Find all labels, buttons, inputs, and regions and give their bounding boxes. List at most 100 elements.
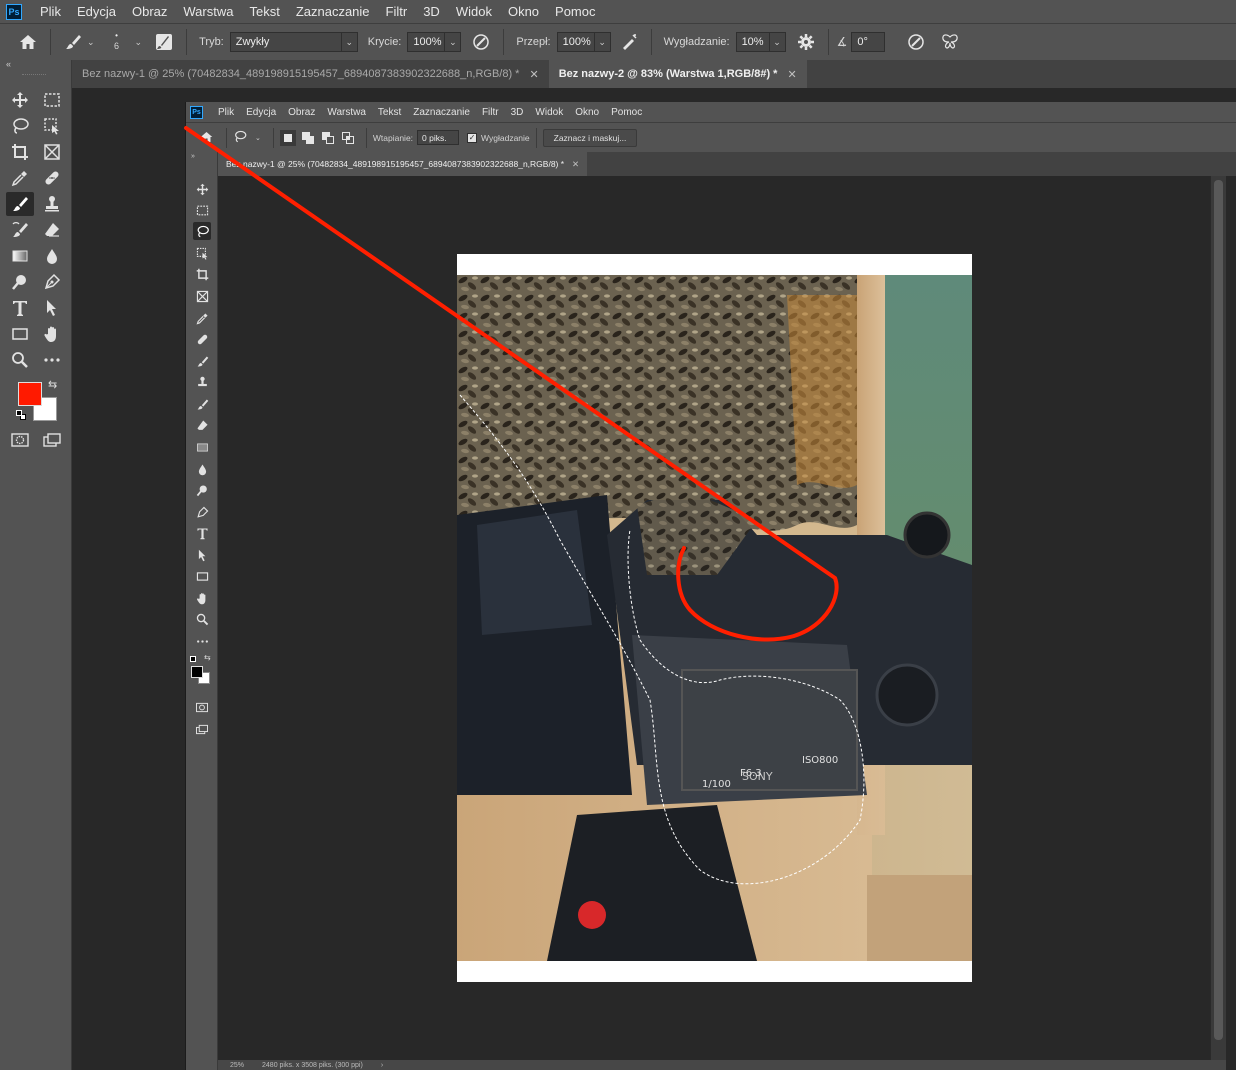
- gradient-icon: [193, 438, 211, 456]
- airbrush-button[interactable]: [615, 28, 643, 56]
- pressure-icon: [473, 34, 490, 50]
- home-icon: [20, 35, 36, 49]
- collapse-panel-icon[interactable]: «: [0, 60, 71, 70]
- menu-plik[interactable]: Plik: [32, 4, 69, 19]
- drop-icon: [193, 460, 211, 478]
- default-colors-icon[interactable]: [16, 410, 26, 420]
- lasso-tool[interactable]: [6, 114, 34, 138]
- menu-obraz[interactable]: Obraz: [124, 4, 175, 19]
- subtract-selection-icon: [320, 130, 336, 146]
- menu-edycja[interactable]: Edycja: [69, 4, 124, 19]
- more-tools-button[interactable]: [38, 348, 66, 372]
- dodge-tool[interactable]: [6, 270, 34, 294]
- eraser-icon: [45, 223, 59, 237]
- healing-brush-tool[interactable]: [38, 166, 66, 190]
- opacity-field[interactable]: 100%: [407, 32, 446, 52]
- eraser-icon: [193, 416, 211, 434]
- inner-menu-item: Pomoc: [611, 106, 643, 118]
- magnifier-icon: [12, 352, 28, 368]
- marquee-tool[interactable]: [38, 88, 66, 112]
- quick-mask-button[interactable]: [10, 432, 30, 453]
- tab-bez-nazwy-1[interactable]: Bez nazwy-1 @ 25% (70482834_489198915195…: [72, 60, 549, 88]
- move-tool[interactable]: [6, 88, 34, 112]
- chevron-down-icon[interactable]: ⌄: [87, 37, 95, 48]
- smoothing-options-button[interactable]: [792, 28, 820, 56]
- separator: [226, 127, 227, 148]
- crop-tool[interactable]: [6, 140, 34, 164]
- panel-grip[interactable]: [22, 74, 46, 76]
- brush-settings-button[interactable]: [150, 28, 178, 56]
- feather-label: Wtapianie:: [372, 132, 414, 143]
- swap-colors-icon[interactable]: ⇆: [48, 378, 57, 391]
- smoothing-field[interactable]: 10%: [735, 32, 770, 52]
- brush-size-preview[interactable]: • 6: [107, 32, 127, 52]
- inner-menu-item: Okno: [575, 106, 600, 118]
- brush-icon: [13, 197, 28, 211]
- history-brush-tool[interactable]: [6, 218, 34, 242]
- inner-menu-item: Edycja: [246, 106, 277, 118]
- flow-field[interactable]: 100%: [556, 32, 595, 52]
- eyedropper-icon: [193, 309, 211, 327]
- chevron-down-icon[interactable]: ⌄: [769, 32, 786, 52]
- gradient-tool[interactable]: [6, 244, 34, 268]
- pen-tool[interactable]: [38, 270, 66, 294]
- type-tool[interactable]: [6, 296, 34, 320]
- eraser-tool[interactable]: [38, 218, 66, 242]
- eyedropper-tool[interactable]: [6, 166, 34, 190]
- chevron-down-icon[interactable]: ⌄: [341, 32, 358, 52]
- menu-warstwa[interactable]: Warstwa: [175, 4, 241, 19]
- mode-label: Tryb:: [199, 36, 224, 48]
- path-selection-tool[interactable]: [38, 296, 66, 320]
- screen-mode-button[interactable]: [42, 432, 62, 453]
- antialias-checkbox: ✓: [467, 132, 478, 143]
- feather-field: 0 piks.: [417, 130, 460, 145]
- document-size: 2480 piks. x 3508 piks. (300 ppi): [262, 1061, 363, 1069]
- menu-pomoc[interactable]: Pomoc: [547, 4, 603, 19]
- inner-tab: Bez nazwy-1 @ 25% (70482834_489198915195…: [218, 152, 588, 176]
- close-icon[interactable]: ✕: [787, 68, 796, 81]
- pen-icon: [44, 273, 61, 290]
- rectangle-tool[interactable]: [6, 322, 34, 346]
- clone-stamp-tool[interactable]: [38, 192, 66, 216]
- menu-filtr[interactable]: Filtr: [378, 4, 416, 19]
- brush-preset-picker[interactable]: [59, 28, 87, 56]
- separator: [503, 29, 505, 55]
- menu-zaznaczanie[interactable]: Zaznaczanie: [288, 4, 378, 19]
- bandage-icon: [45, 171, 59, 185]
- close-icon[interactable]: ✕: [529, 68, 538, 81]
- arrow-cursor-icon: [193, 546, 211, 564]
- blur-tool[interactable]: [38, 244, 66, 268]
- menu-tekst[interactable]: Tekst: [241, 4, 287, 19]
- tab-bez-nazwy-2[interactable]: Bez nazwy-2 @ 83% (Warstwa 1,RGB/8#) * ✕: [548, 60, 807, 88]
- object-selection-tool[interactable]: [38, 114, 66, 138]
- crop-icon: [193, 265, 211, 283]
- hand-tool[interactable]: [38, 322, 66, 346]
- zoom-tool[interactable]: [6, 348, 34, 372]
- move-icon: [12, 92, 28, 108]
- chevron-down-icon[interactable]: ⌄: [594, 32, 611, 52]
- inner-document-tabs: Bez nazwy-1 @ 25% (70482834_489198915195…: [218, 152, 1236, 176]
- frame-tool[interactable]: [38, 140, 66, 164]
- pressure-size-button[interactable]: [902, 28, 930, 56]
- menu-okno[interactable]: Okno: [500, 4, 547, 19]
- chevron-down-icon[interactable]: ⌄: [135, 37, 143, 48]
- add-selection-icon: [300, 130, 316, 146]
- foreground-color-swatch[interactable]: [18, 382, 42, 406]
- brush-size-value: 6: [114, 41, 120, 51]
- pen-icon: [193, 503, 211, 521]
- menu-widok[interactable]: Widok: [448, 4, 500, 19]
- photo-aperture-text: F6.3: [740, 768, 762, 779]
- home-button[interactable]: [14, 28, 42, 56]
- mode-select[interactable]: Zwykły: [229, 32, 342, 52]
- pressure-opacity-button[interactable]: [467, 28, 495, 56]
- inner-scrollbar: [1210, 176, 1226, 1060]
- menu-3d[interactable]: 3D: [415, 4, 448, 19]
- chevron-down-icon[interactable]: ⌄: [445, 32, 462, 52]
- angle-field[interactable]: 0°: [851, 32, 886, 52]
- gradient-icon: [12, 250, 28, 262]
- symmetry-button[interactable]: [936, 28, 964, 56]
- separator: [186, 29, 188, 55]
- brush-tool[interactable]: [6, 192, 34, 216]
- object-selection-icon: [44, 118, 59, 135]
- hand-icon: [44, 326, 56, 342]
